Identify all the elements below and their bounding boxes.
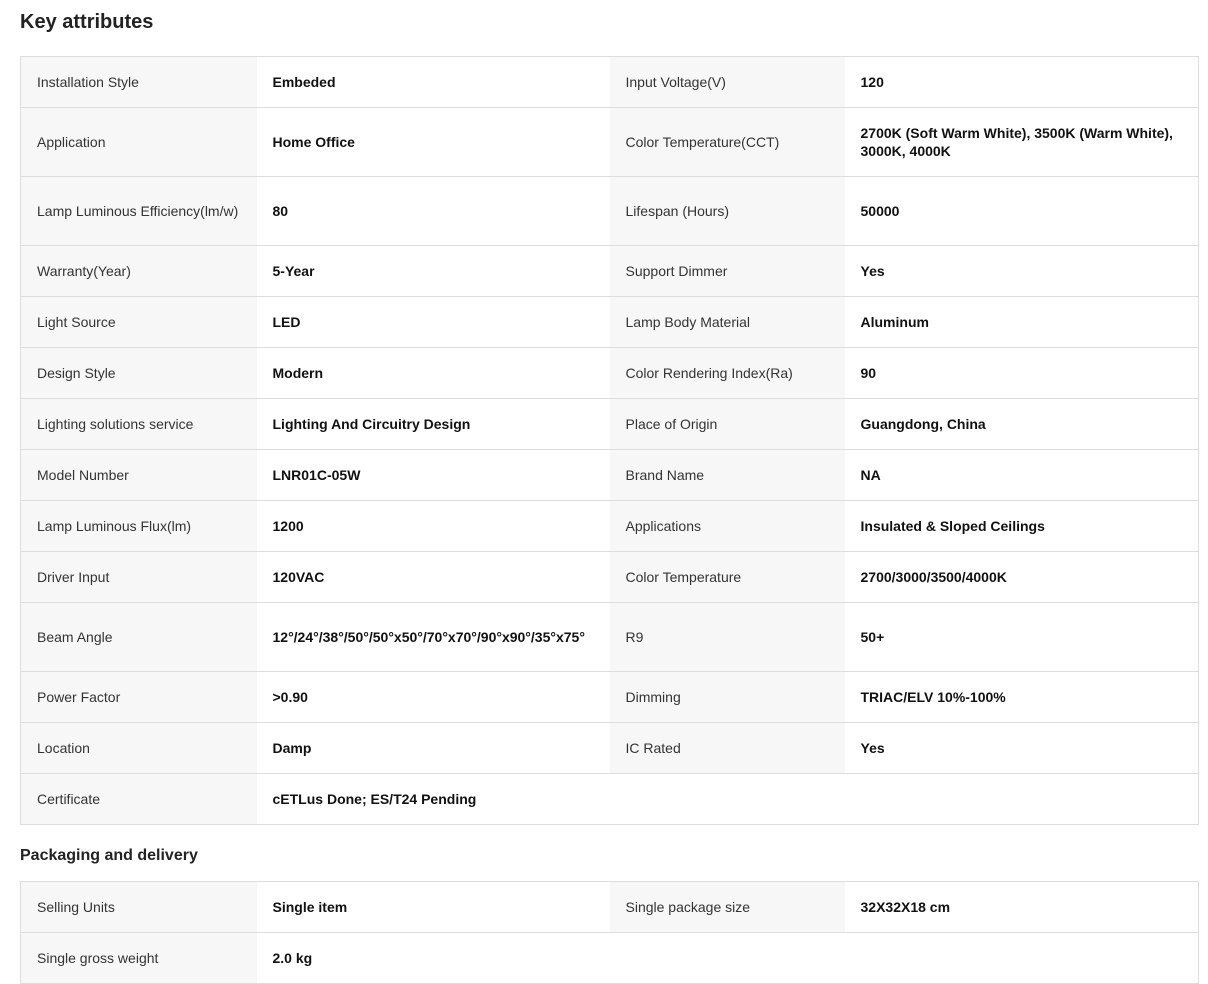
attribute-label: Place of Origin (609, 398, 845, 450)
attribute-label: Lamp Luminous Efficiency(lm/w) (20, 176, 257, 246)
attribute-row: Lamp Luminous Flux(lm) 1200 Applications… (20, 500, 1199, 552)
attribute-label: Beam Angle (20, 602, 257, 672)
attribute-value: 90 (844, 347, 1199, 399)
attribute-value: 12°/24°/38°/50°/50°x50°/70°x70°/90°x90°/… (256, 602, 610, 672)
attribute-label: Color Temperature(CCT) (609, 107, 845, 177)
attribute-value: Single item (256, 881, 610, 933)
attribute-label: Single gross weight (20, 932, 257, 984)
attribute-row: Single gross weight 2.0 kg (20, 932, 1199, 984)
attribute-label: Single package size (609, 881, 845, 933)
attribute-label: Certificate (20, 773, 257, 825)
attribute-value: 5-Year (256, 245, 610, 297)
key-attributes-title: Key attributes (20, 11, 154, 33)
packaging-table: Selling Units Single item Single package… (20, 881, 1199, 984)
packaging-title: Packaging and delivery (20, 847, 198, 864)
attribute-row: Installation Style Embeded Input Voltage… (20, 56, 1199, 108)
attribute-row: Location Damp IC Rated Yes (20, 722, 1199, 774)
attribute-row: Design Style Modern Color Rendering Inde… (20, 347, 1199, 399)
attribute-value: cETLus Done; ES/T24 Pending (256, 773, 610, 825)
attribute-value: 50+ (844, 602, 1199, 672)
attribute-label: Dimming (609, 671, 845, 723)
attribute-row: Lighting solutions service Lighting And … (20, 398, 1199, 450)
attribute-row: Warranty(Year) 5-Year Support Dimmer Yes (20, 245, 1199, 297)
attribute-value: Lighting And Circuitry Design (256, 398, 610, 450)
attribute-label: Lighting solutions service (20, 398, 257, 450)
attribute-label: Lamp Luminous Flux(lm) (20, 500, 257, 552)
attribute-label: Application (20, 107, 257, 177)
attribute-value: 32X32X18 cm (844, 881, 1199, 933)
attribute-value: 2700K (Soft Warm White), 3500K (Warm Whi… (844, 107, 1199, 177)
attribute-label: Installation Style (20, 56, 257, 108)
attribute-label: Design Style (20, 347, 257, 399)
attribute-value: 120VAC (256, 551, 610, 603)
attribute-value: >0.90 (256, 671, 610, 723)
attribute-value: 1200 (256, 500, 610, 552)
attribute-row: Lamp Luminous Efficiency(lm/w) 80 Lifesp… (20, 176, 1199, 246)
key-attributes-table: Installation Style Embeded Input Voltage… (20, 56, 1199, 825)
attribute-label: Location (20, 722, 257, 774)
attribute-row: Light Source LED Lamp Body Material Alum… (20, 296, 1199, 348)
attribute-label: Driver Input (20, 551, 257, 603)
attribute-row: Certificate cETLus Done; ES/T24 Pending (20, 773, 1199, 825)
attribute-value: TRIAC/ELV 10%-100% (844, 671, 1199, 723)
attribute-value: NA (844, 449, 1199, 501)
attribute-value: 2700/3000/3500/4000K (844, 551, 1199, 603)
attribute-value: Embeded (256, 56, 610, 108)
attribute-label: R9 (609, 602, 845, 672)
empty-cell (609, 932, 1199, 984)
attribute-value: Guangdong, China (844, 398, 1199, 450)
attribute-label: Light Source (20, 296, 257, 348)
attribute-row: Power Factor >0.90 Dimming TRIAC/ELV 10%… (20, 671, 1199, 723)
attribute-value: Yes (844, 245, 1199, 297)
attribute-row: Application Home Office Color Temperatur… (20, 107, 1199, 177)
attribute-row: Model Number LNR01C-05W Brand Name NA (20, 449, 1199, 501)
attribute-value: Damp (256, 722, 610, 774)
attribute-row: Driver Input 120VAC Color Temperature 27… (20, 551, 1199, 603)
attribute-row: Selling Units Single item Single package… (20, 881, 1199, 933)
attribute-label: Selling Units (20, 881, 257, 933)
attribute-label: Color Temperature (609, 551, 845, 603)
attribute-label: Applications (609, 500, 845, 552)
attribute-row: Beam Angle 12°/24°/38°/50°/50°x50°/70°x7… (20, 602, 1199, 672)
attribute-value: Aluminum (844, 296, 1199, 348)
attribute-label: Model Number (20, 449, 257, 501)
attribute-label: Support Dimmer (609, 245, 845, 297)
attribute-label: Power Factor (20, 671, 257, 723)
attribute-value: Home Office (256, 107, 610, 177)
attribute-value: 80 (256, 176, 610, 246)
attribute-value: 50000 (844, 176, 1199, 246)
attribute-label: Brand Name (609, 449, 845, 501)
attribute-value: 120 (844, 56, 1199, 108)
attribute-label: Input Voltage(V) (609, 56, 845, 108)
attribute-value: LED (256, 296, 610, 348)
attribute-label: Lamp Body Material (609, 296, 845, 348)
attribute-label: IC Rated (609, 722, 845, 774)
attribute-label: Lifespan (Hours) (609, 176, 845, 246)
attribute-value: Yes (844, 722, 1199, 774)
attribute-label: Warranty(Year) (20, 245, 257, 297)
attribute-value: Insulated & Sloped Ceilings (844, 500, 1199, 552)
empty-cell (609, 773, 1199, 825)
attribute-value: 2.0 kg (256, 932, 610, 984)
attribute-value: Modern (256, 347, 610, 399)
attribute-value: LNR01C-05W (256, 449, 610, 501)
attribute-label: Color Rendering Index(Ra) (609, 347, 845, 399)
